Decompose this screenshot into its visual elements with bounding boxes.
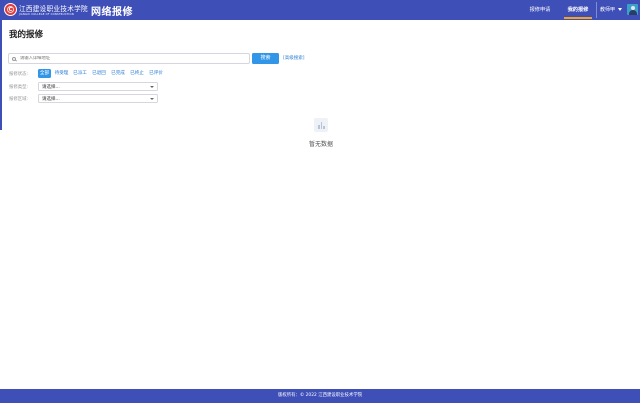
empty-state-text: 暂无数据 [308, 141, 333, 148]
empty-chart-icon [314, 118, 328, 132]
copyright-text: 版权所有：© 2022 江西建设职业技术学院 [277, 393, 363, 398]
chevron-down-icon [150, 97, 154, 100]
page-title: 我的报修 [9, 30, 44, 40]
footer: 版权所有：© 2022 江西建设职业技术学院 [0, 389, 640, 403]
status-chip-all[interactable]: 全部 [38, 69, 51, 78]
search-input[interactable] [20, 56, 240, 61]
nav-tab-my-repairs[interactable]: 我的报修 [560, 0, 596, 20]
avatar[interactable] [627, 4, 638, 15]
school-emblem-icon: C [4, 3, 17, 16]
school-name-en: JIANGXI COLLEGE OF CONSTRUCTION [19, 12, 74, 16]
top-header: C 江西建设职业技术学院 JIANGXI COLLEGE OF CONSTRUC… [0, 0, 640, 20]
repair-type-select[interactable]: 请选择... [38, 82, 158, 91]
repair-area-select[interactable]: 请选择... [38, 94, 158, 103]
type-filter-label: 报修类型: [9, 85, 29, 90]
status-chip-dispatched[interactable]: 已派工 [71, 69, 89, 78]
status-chip-returned[interactable]: 已退回 [90, 69, 108, 78]
search-icon [12, 56, 16, 61]
repair-type-value: 请选择... [42, 84, 60, 90]
repair-area-value: 请选择... [42, 96, 60, 102]
status-filter-label: 报修状态: [9, 72, 29, 77]
user-menu[interactable]: 教师甲 [597, 3, 626, 16]
status-chip-evaluated[interactable]: 已评价 [147, 69, 165, 78]
nav-tab-repair-request[interactable]: 报修申请 [520, 0, 560, 20]
status-chip-terminated[interactable]: 已终止 [128, 69, 146, 78]
status-chip-pending[interactable]: 待受理 [53, 69, 70, 78]
area-filter-label: 报修区域: [9, 97, 29, 102]
school-name-cn: 江西建设职业技术学院 [19, 5, 88, 13]
caret-down-icon [618, 8, 623, 11]
search-box[interactable] [8, 53, 250, 64]
system-title: 网络报修 [91, 7, 133, 18]
emblem-letter: C [8, 6, 13, 13]
advanced-search-link[interactable]: [高级搜索] [283, 55, 305, 61]
user-name: 教师甲 [600, 7, 616, 13]
status-chip-completed[interactable]: 已完成 [109, 69, 127, 78]
left-accent-bar [0, 20, 2, 130]
search-button[interactable]: 搜索 [252, 53, 279, 64]
chevron-down-icon [150, 85, 154, 88]
